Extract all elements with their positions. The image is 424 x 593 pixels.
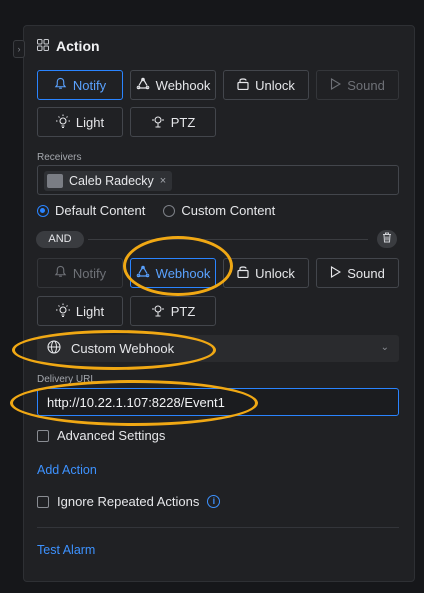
ptz-button[interactable]: PTZ xyxy=(130,107,216,137)
unlock-button[interactable]: Unlock xyxy=(223,70,309,100)
webhook-button-2[interactable]: Webhook xyxy=(130,258,216,288)
chevron-down-icon: ⌄ xyxy=(380,342,389,353)
sound-button-2[interactable]: Sound xyxy=(316,258,399,288)
notify-button-2[interactable]: Notify xyxy=(37,258,123,288)
webhook-label-2: Webhook xyxy=(155,265,211,281)
chevron-right-icon: › xyxy=(17,44,21,54)
remove-receiver-button[interactable]: × xyxy=(160,175,166,187)
info-icon[interactable]: i xyxy=(207,495,221,508)
section-header: Action xyxy=(37,38,100,54)
trash-icon xyxy=(382,230,392,248)
ptz-icon xyxy=(151,114,165,131)
light-label-2: Light xyxy=(75,303,105,319)
apps-icon xyxy=(37,38,49,54)
unlock-icon xyxy=(237,77,249,93)
and-divider xyxy=(88,239,368,240)
advanced-settings-checkbox[interactable]: Advanced Settings xyxy=(37,428,165,443)
custom-content-label: Custom Content xyxy=(181,203,276,218)
receivers-label: Receivers xyxy=(37,152,82,163)
radio-unselected-icon xyxy=(163,204,176,217)
section-divider xyxy=(37,527,399,528)
webhook-type-select[interactable]: Custom Webhook ⌄ xyxy=(37,335,399,362)
play-icon xyxy=(330,265,342,281)
ignore-repeated-checkbox[interactable]: Ignore Repeated Actions i xyxy=(37,494,221,509)
delivery-url-input[interactable] xyxy=(37,388,399,416)
lightbulb-icon xyxy=(55,114,70,131)
advanced-settings-label: Advanced Settings xyxy=(57,428,166,443)
ptz-label: PTZ xyxy=(170,114,196,130)
unlock-label: Unlock xyxy=(255,77,295,93)
section-title: Action xyxy=(56,38,100,54)
light-button[interactable]: Light xyxy=(37,107,123,137)
custom-content-radio[interactable]: Custom Content xyxy=(163,203,275,218)
radio-selected-icon xyxy=(37,204,49,217)
notify-label: Notify xyxy=(72,77,107,93)
ptz-label-2: PTZ xyxy=(170,303,196,319)
bell-icon xyxy=(54,77,67,93)
play-icon xyxy=(330,77,342,93)
sound-button[interactable]: Sound xyxy=(316,70,399,100)
unlock-icon xyxy=(237,265,249,281)
and-badge: AND xyxy=(36,231,84,248)
sound-label-2: Sound xyxy=(347,265,385,281)
bell-icon xyxy=(54,265,67,281)
receivers-field[interactable]: Caleb Radecky × xyxy=(37,165,399,195)
light-button-2[interactable]: Light xyxy=(37,296,123,326)
receiver-name: Caleb Radecky xyxy=(69,174,154,188)
sound-label: Sound xyxy=(347,77,385,93)
receiver-chip: Caleb Radecky × xyxy=(44,171,173,191)
globe-icon xyxy=(47,340,61,357)
notify-label-2: Notify xyxy=(72,265,107,281)
delivery-url-label: Delivery URL xyxy=(37,374,96,385)
add-action-link[interactable]: Add Action xyxy=(37,463,97,477)
webhook-button[interactable]: Webhook xyxy=(130,70,216,100)
light-label: Light xyxy=(75,114,105,130)
unlock-label-2: Unlock xyxy=(255,265,295,281)
webhook-icon xyxy=(136,265,150,281)
webhook-label: Webhook xyxy=(155,77,211,93)
notify-button[interactable]: Notify xyxy=(37,70,123,100)
checkbox-icon xyxy=(37,495,49,508)
delete-action-button[interactable] xyxy=(377,230,397,248)
default-content-radio[interactable]: Default Content xyxy=(37,203,145,218)
test-alarm-link[interactable]: Test Alarm xyxy=(37,543,95,557)
ptz-icon xyxy=(151,303,165,320)
webhook-icon xyxy=(136,77,150,93)
unlock-button-2[interactable]: Unlock xyxy=(223,258,309,288)
content-options: Default Content Custom Content xyxy=(37,203,275,218)
avatar-icon xyxy=(47,174,63,188)
webhook-type-value: Custom Webhook xyxy=(71,341,175,356)
collapse-panel-toggle[interactable]: › xyxy=(13,40,25,58)
default-content-label: Default Content xyxy=(55,203,146,218)
checkbox-icon xyxy=(37,429,49,442)
lightbulb-icon xyxy=(55,303,70,320)
ignore-repeated-label: Ignore Repeated Actions xyxy=(57,494,200,509)
ptz-button-2[interactable]: PTZ xyxy=(130,296,216,326)
